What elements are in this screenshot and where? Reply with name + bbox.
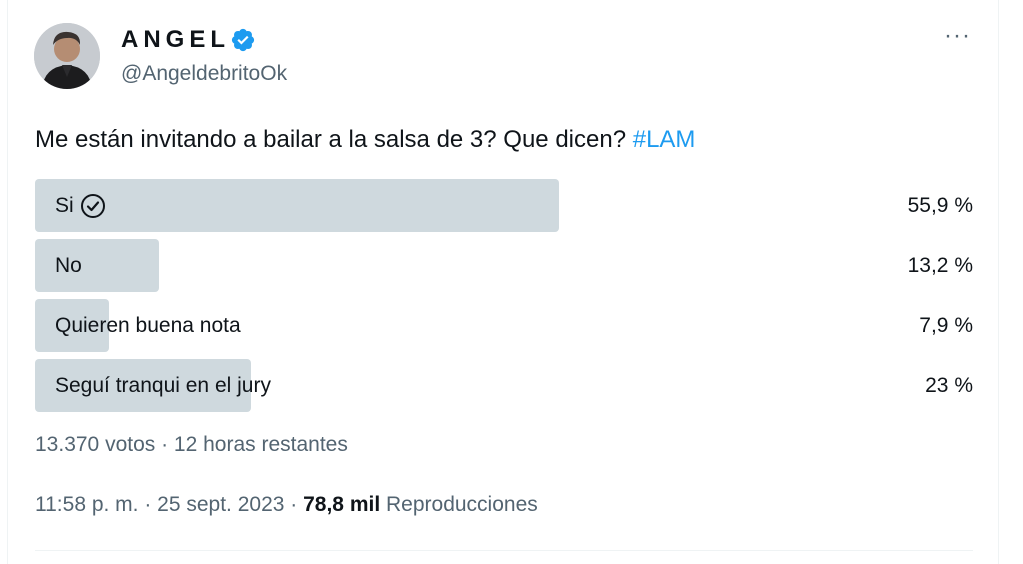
avatar[interactable] [34, 23, 100, 89]
verified-badge-icon [230, 27, 256, 53]
poll-option-label: Seguí tranqui en el jury [55, 359, 271, 412]
tweet-body: Me están invitando a bailar a la salsa d… [35, 126, 633, 153]
author-name[interactable]: ANGEL [121, 26, 230, 54]
poll-option-bar [35, 179, 559, 232]
poll-option-percent: 55,9 % [907, 193, 973, 217]
poll-meta: 13.370 votos · 12 horas restantes [35, 433, 348, 456]
tweet-text: Me están invitando a bailar a la salsa d… [35, 126, 695, 154]
poll-option: No 13,2 % [35, 239, 973, 292]
views-label: Reproducciones [380, 493, 538, 516]
poll-option-percent: 13,2 % [907, 253, 973, 277]
poll-option: Quieren buena nota 7,9 % [35, 299, 973, 352]
poll-option: Seguí tranqui en el jury 23 % [35, 359, 973, 412]
poll-option-label: Si [55, 179, 106, 232]
poll-option-text: Seguí tranqui en el jury [55, 373, 271, 397]
check-circle-icon [80, 193, 106, 219]
poll-option-label: Quieren buena nota [55, 299, 241, 352]
divider [35, 550, 973, 551]
poll-option-label: No [55, 239, 82, 292]
more-horizontal-icon[interactable]: ··· [944, 24, 971, 48]
poll-option-text: No [55, 253, 82, 277]
poll-option-percent: 23 % [925, 373, 973, 397]
poll-option-bar [35, 239, 159, 292]
hashtag-link[interactable]: #LAM [633, 126, 696, 153]
poll: Si 55,9 % No 13,2 % Quieren buena nota 7,9 % S… [35, 179, 973, 419]
poll-option-text: Si [55, 193, 74, 217]
poll-option-text: Quieren buena nota [55, 313, 241, 337]
tweet-timestamp: 11:58 p. m. · 25 sept. 2023 · 78,8 mil R… [35, 493, 538, 517]
author-name-row[interactable]: ANGEL [121, 26, 256, 54]
poll-option: Si 55,9 % [35, 179, 973, 232]
views-count: 78,8 mil [303, 493, 381, 516]
author-handle[interactable]: @AngeldebritoOk [121, 62, 287, 86]
timestamp-text[interactable]: 11:58 p. m. · 25 sept. 2023 · [35, 493, 303, 516]
poll-option-percent: 7,9 % [919, 313, 973, 337]
